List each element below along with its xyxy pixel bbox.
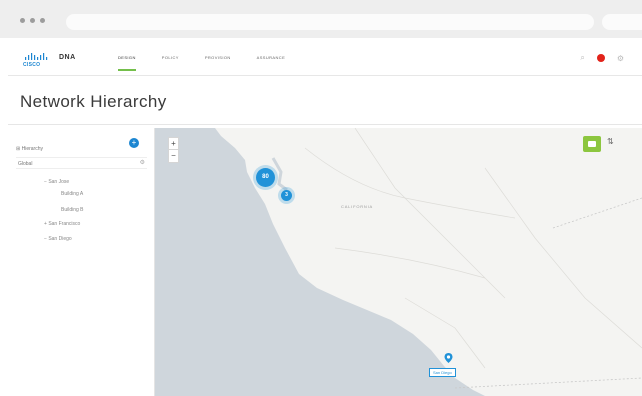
add-site-button[interactable]: +	[129, 138, 139, 148]
address-bar[interactable]	[66, 14, 594, 30]
window-controls	[20, 18, 45, 23]
tree-root-row[interactable]: Global ⚙	[16, 157, 147, 169]
page-title: Network Hierarchy	[20, 92, 167, 111]
tree-item-building-b[interactable]: Building B	[61, 207, 84, 213]
minimize-dot[interactable]	[30, 18, 35, 23]
tree-item-san-jose[interactable]: − San Jose	[44, 179, 69, 185]
zoom-in-button[interactable]: +	[169, 138, 178, 150]
root-settings-icon[interactable]: ⚙	[140, 159, 145, 166]
location-pin-icon[interactable]	[444, 353, 453, 363]
nav-policy[interactable]: POLICY	[162, 55, 179, 60]
browser-search-bar[interactable]	[602, 14, 642, 30]
nav-assurance[interactable]: ASSURANCE	[257, 55, 286, 60]
zoom-out-button[interactable]: −	[169, 150, 178, 162]
tree-item-san-francisco[interactable]: + San Francisco	[44, 221, 80, 227]
search-icon[interactable]: ⌕	[580, 53, 584, 63]
site-cluster-marker[interactable]: 80	[256, 168, 275, 187]
nav-provision[interactable]: PROVISION	[205, 55, 231, 60]
notification-icon[interactable]	[596, 54, 605, 62]
map-region-label: CALIFORNIA	[341, 204, 374, 209]
title-divider	[8, 124, 642, 125]
main-nav: DESIGN POLICY PROVISION ASSURANCE	[118, 55, 311, 71]
browser-chrome	[0, 0, 642, 38]
site-cluster-marker[interactable]: 3	[281, 190, 292, 201]
site-pin-label[interactable]: San Diego	[429, 368, 456, 377]
site-map[interactable]: + − ⇅ 80 3 CALIFORNIA San Diego	[155, 128, 642, 396]
sidebar-header: ⊞ Hierarchy	[16, 137, 144, 152]
map-canvas	[155, 128, 642, 396]
settings-gear-icon[interactable]: ⚙	[617, 54, 624, 63]
app-brand: DNA	[59, 54, 76, 61]
sidebar-header-label: ⊞ Hierarchy	[16, 146, 43, 152]
header-tools: ⌕ ⚙	[580, 53, 624, 63]
tree-item-building-a[interactable]: Building A	[61, 191, 83, 197]
app-header: CISCO DNA DESIGN POLICY PROVISION ASSURA…	[8, 40, 642, 76]
map-layers-icon[interactable]: ⇅	[607, 137, 614, 146]
map-view-toggle-button[interactable]	[583, 136, 601, 152]
nav-design[interactable]: DESIGN	[118, 55, 136, 71]
hierarchy-sidebar: ⊞ Hierarchy + Global ⚙ − San Jose Buildi…	[8, 128, 155, 396]
close-dot[interactable]	[20, 18, 25, 23]
tree-root-label: Global	[18, 161, 33, 167]
zoom-control: + −	[168, 137, 179, 163]
tree-item-san-diego[interactable]: − San Diego	[44, 236, 72, 242]
maximize-dot[interactable]	[40, 18, 45, 23]
cisco-wordmark: CISCO	[23, 62, 41, 68]
